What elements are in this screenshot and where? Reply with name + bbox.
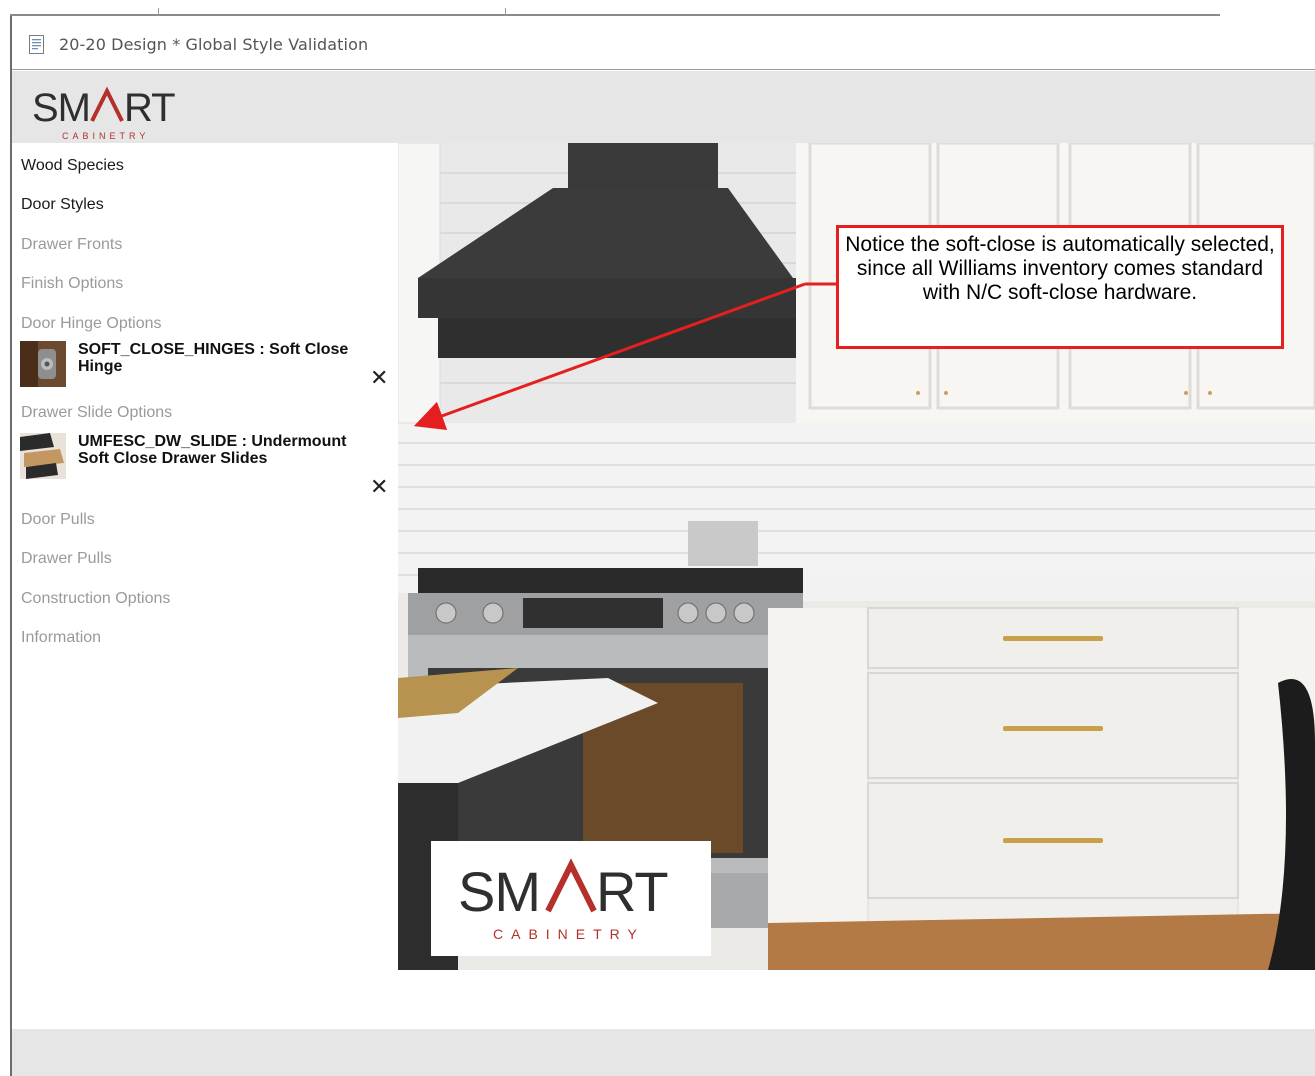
close-icon[interactable]: ✕ — [370, 475, 388, 500]
sidebar-item-door-pulls[interactable]: Door Pulls — [21, 511, 95, 529]
sidebar-item-information[interactable]: Information — [21, 629, 101, 647]
document-icon — [29, 35, 44, 54]
sidebar-item-wood-species[interactable]: Wood Species — [21, 157, 124, 175]
sidebar-item-drawer-slide-options[interactable]: Drawer Slide Options — [21, 404, 172, 422]
drawer-slide-thumbnail — [20, 433, 66, 479]
window-title: 20-20 Design * Global Style Validation — [59, 35, 369, 54]
footer-bar — [12, 1029, 1315, 1076]
content-bottom-space — [12, 970, 1315, 1029]
sidebar-item-finish-options[interactable]: Finish Options — [21, 275, 123, 293]
window-top-strip — [0, 0, 1315, 20]
hinge-thumbnail — [20, 341, 66, 387]
top-divider-tick — [158, 8, 159, 16]
close-icon[interactable]: ✕ — [370, 366, 388, 391]
title-bar: 20-20 Design * Global Style Validation — [12, 20, 1315, 70]
sidebar-item-drawer-fronts[interactable]: Drawer Fronts — [21, 236, 122, 254]
svg-text:CABINETRY: CABINETRY — [493, 926, 645, 942]
app-header: SM RT CABINETRY — [12, 71, 1315, 143]
callout-text: Notice the soft-close is automatically s… — [845, 233, 1275, 304]
sidebar-item-door-styles[interactable]: Door Styles — [21, 196, 104, 214]
top-divider — [10, 14, 1220, 16]
callout-box: Notice the soft-close is automatically s… — [836, 225, 1284, 349]
selected-drawer-slide-text: UMFESC_DW_SLIDE : Undermount Soft Close … — [78, 433, 347, 467]
svg-text:RT: RT — [596, 860, 668, 923]
svg-text:RT: RT — [124, 86, 175, 130]
selected-option-drawer-slide: UMFESC_DW_SLIDE : Undermount Soft Close … — [20, 433, 390, 500]
svg-text:CABINETRY: CABINETRY — [62, 131, 149, 141]
svg-text:SM: SM — [458, 860, 540, 923]
selected-hinge-text: SOFT_CLOSE_HINGES : Soft Close Hinge — [78, 341, 349, 375]
smart-cabinetry-logo: SM RT CABINETRY — [32, 86, 176, 141]
top-divider-tick — [505, 8, 506, 16]
svg-text:SM: SM — [32, 86, 90, 130]
sidebar-item-construction-options[interactable]: Construction Options — [21, 590, 170, 608]
selected-option-hinge: SOFT_CLOSE_HINGES : Soft Close Hinge ✕ — [20, 341, 390, 391]
options-sidebar: Wood Species Door Styles Drawer Fronts F… — [12, 143, 398, 970]
sidebar-item-drawer-pulls[interactable]: Drawer Pulls — [21, 550, 112, 568]
sidebar-item-door-hinge-options[interactable]: Door Hinge Options — [21, 315, 162, 333]
